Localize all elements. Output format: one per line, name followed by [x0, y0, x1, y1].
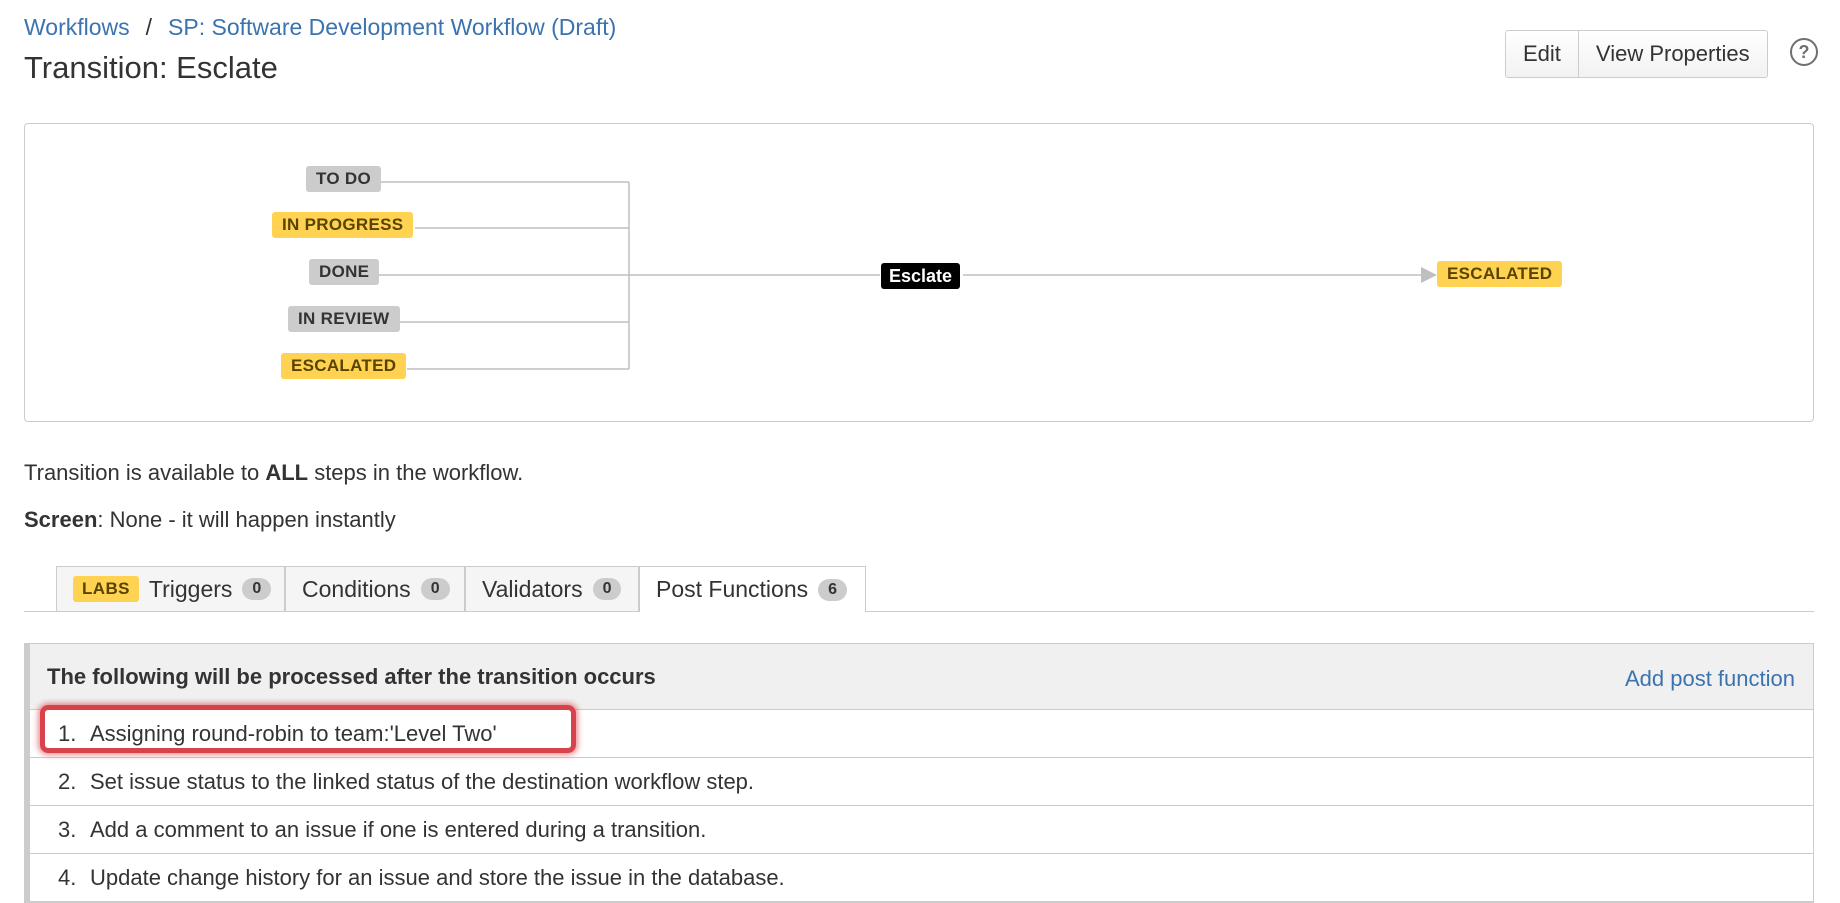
tab-conditions[interactable]: Conditions 0	[285, 566, 465, 611]
breadcrumb: Workflows / SP: Software Development Wor…	[24, 14, 616, 41]
page-title: Transition: Esclate	[24, 50, 278, 85]
post-functions-panel: The following will be processed after th…	[24, 643, 1814, 903]
add-post-function-link[interactable]: Add post function	[1625, 666, 1795, 692]
post-functions-header: The following will be processed after th…	[30, 644, 1813, 710]
arrowhead-icon	[1421, 267, 1437, 283]
tab-triggers[interactable]: LABS Triggers 0	[56, 566, 285, 611]
transition-label[interactable]: Esclate	[881, 263, 961, 289]
status-in-progress[interactable]: IN PROGRESS	[272, 212, 414, 238]
tab-validators[interactable]: Validators 0	[465, 566, 639, 611]
list-item[interactable]: 1. Assigning round-robin to team:'Level …	[30, 710, 1813, 758]
availability-text: Transition is available to ALL steps in …	[24, 460, 524, 485]
edit-button[interactable]: Edit	[1506, 31, 1578, 77]
breadcrumb-workflow-link[interactable]: SP: Software Development Workflow (Draft…	[168, 14, 616, 41]
status-in-review[interactable]: IN REVIEW	[288, 306, 400, 332]
count-badge: 0	[242, 578, 272, 600]
breadcrumb-workflows-link[interactable]: Workflows	[24, 14, 130, 41]
breadcrumb-separator: /	[145, 14, 153, 40]
screen-text: Screen: None - it will happen instantly	[24, 507, 396, 532]
post-functions-heading: The following will be processed after th…	[47, 664, 656, 689]
count-badge: 0	[420, 578, 450, 600]
count-badge: 6	[818, 578, 848, 601]
help-icon[interactable]: ?	[1790, 38, 1818, 66]
tab-post-functions[interactable]: Post Functions 6	[639, 566, 866, 612]
list-item[interactable]: 2. Set issue status to the linked status…	[30, 758, 1813, 806]
status-escalated-source[interactable]: ESCALATED	[281, 353, 407, 379]
labs-badge: LABS	[73, 576, 139, 602]
count-badge: 0	[592, 578, 622, 600]
status-done[interactable]: DONE	[309, 259, 380, 285]
action-button-group: Edit View Properties	[1505, 30, 1768, 78]
status-todo[interactable]: TO DO	[306, 166, 382, 192]
post-functions-list: 1. Assigning round-robin to team:'Level …	[30, 710, 1813, 902]
transition-tabs: LABS Triggers 0 Conditions 0 Validators …	[24, 566, 1814, 612]
view-properties-button[interactable]: View Properties	[1577, 31, 1767, 77]
list-item[interactable]: 4. Update change history for an issue an…	[30, 854, 1813, 902]
list-item[interactable]: 3. Add a comment to an issue if one is e…	[30, 806, 1813, 854]
status-escalated-target[interactable]: ESCALATED	[1437, 261, 1563, 287]
workflow-diagram: TO DO IN PROGRESS DONE IN REVIEW ESCALAT…	[24, 123, 1814, 422]
